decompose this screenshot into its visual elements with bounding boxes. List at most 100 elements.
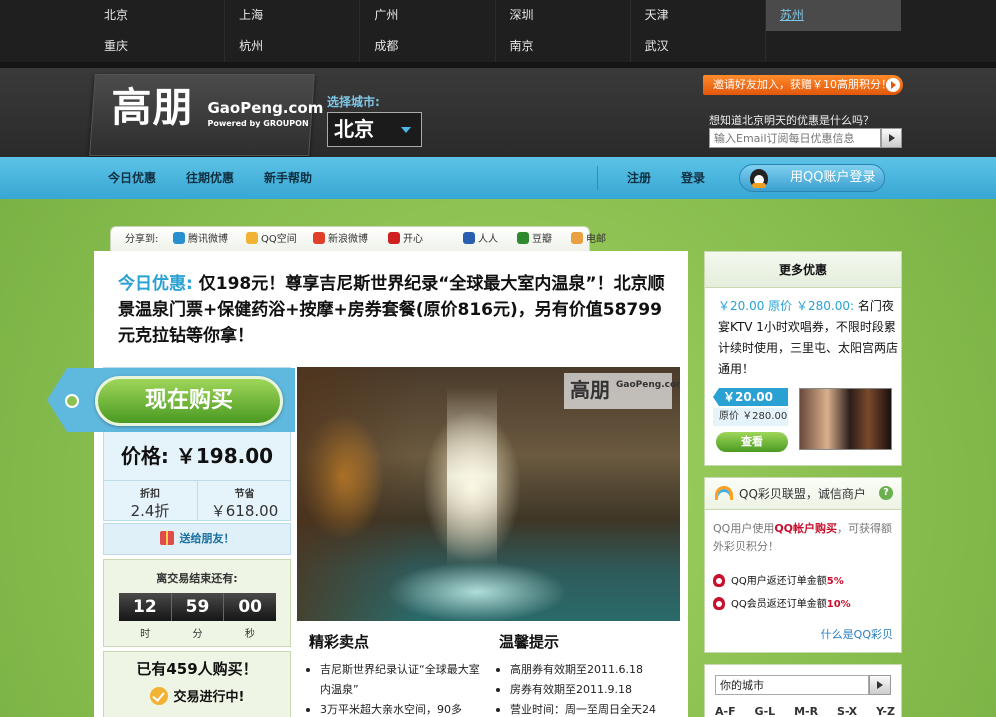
city-select-value: 北京 [334, 117, 374, 141]
tips-list: 高朋券有效期至2011.6.18 房券有效期至2011.9.18 营业时间：周一至周… [494, 660, 674, 717]
help-icon[interactable]: ? [879, 486, 893, 500]
qq-penguin-icon [750, 169, 768, 188]
city-link[interactable]: 南京 [496, 31, 631, 62]
city-link[interactable]: 苏州 [765, 0, 901, 31]
nav-past[interactable]: 往期优惠 [186, 157, 234, 199]
view-deal-button[interactable]: 查看 [716, 432, 788, 452]
gift-label: 送给朋友！ [179, 532, 235, 545]
arrow-right-icon [886, 78, 900, 92]
share-item-label: 人人 [478, 234, 498, 245]
city-bar: 北京 上海 广州 深圳 天津 苏州重庆 杭州 成都 南京 武汉 [0, 0, 996, 62]
unit-minutes: 分 [192, 629, 203, 640]
city-link[interactable]: 上海 [225, 0, 361, 31]
countdown-hours: 12 [119, 593, 172, 621]
city-link[interactable]: 杭州 [225, 31, 361, 62]
share-icon [517, 232, 529, 244]
your-city-submit-button[interactable] [869, 675, 891, 695]
share-icon [173, 232, 185, 244]
city-letter-index: A-F G-L M-R S-X Y-Z [715, 705, 895, 717]
sold-box: 已有459人购买！ 交易进行中! [103, 651, 291, 717]
city-letter-link[interactable]: A-F [715, 705, 736, 717]
image-watermark: 高朋 GaoPeng.com [564, 373, 680, 409]
city-select[interactable]: 北京 [327, 112, 422, 147]
save-value: ￥618.00 [210, 502, 279, 520]
caipiao-info-link[interactable]: 什么是QQ彩贝 [821, 626, 893, 642]
gift-friend-button[interactable]: 送给朋友！ [103, 523, 291, 555]
qq-icon [713, 574, 725, 587]
share-icon [246, 232, 258, 244]
countdown-box: 离交易结束还有: 12 59 00 时 分 秒 [103, 559, 291, 647]
price-breakdown: 折扣 2.4折 节省 ￥618.00 [103, 480, 291, 521]
share-item[interactable]: 电邮 [571, 227, 606, 253]
rebate-member-text: QQ会员返还订单金额 [731, 599, 827, 610]
share-icon [463, 232, 475, 244]
highlights-list: 吉尼斯世界纪录认证“全球最大室内温泉” 3万平米超大亲水空间，90多 [304, 660, 484, 717]
more-deals-title: 更多优惠 [705, 252, 901, 288]
nav-today[interactable]: 今日优惠 [108, 157, 156, 199]
city-link[interactable]: 深圳 [496, 0, 631, 31]
countdown-seconds: 00 [224, 593, 277, 621]
more-deal-desc[interactable]: ￥20.00 原价 ￥280.00: 名门夜宴KTV 1小时欢唱券，不限时段累计… [718, 296, 898, 380]
city-link[interactable]: 重庆 [90, 31, 226, 62]
subscribe-question: 想知道北京明天的优惠是什么吗？ [709, 114, 874, 127]
countdown-units: 时 分 秒 [119, 625, 276, 640]
city-letter-link[interactable]: Y-Z [876, 705, 895, 717]
share-item[interactable]: 开心 [388, 227, 423, 253]
share-icon [313, 232, 325, 244]
sold-count: 已有459人购买！ [136, 660, 258, 678]
price-label: 价格: [120, 444, 169, 468]
share-icon [388, 232, 400, 244]
discount-cell: 折扣 2.4折 [103, 481, 197, 521]
nav-help[interactable]: 新手帮助 [264, 157, 312, 199]
share-item[interactable]: 腾讯微博 [173, 227, 228, 253]
gift-icon [159, 531, 174, 545]
subscribe-submit-button[interactable] [881, 128, 902, 148]
countdown-digits: 12 59 00 [119, 593, 277, 621]
city-link[interactable]: 北京 [90, 0, 226, 31]
share-item[interactable]: QQ空间 [246, 227, 297, 253]
unit-seconds: 秒 [244, 629, 255, 640]
email-subscribe-input[interactable] [709, 128, 881, 148]
tag-hole [65, 394, 79, 408]
discount-value: 2.4折 [130, 502, 170, 520]
caipiao-desc-red: QQ帐户购买 [774, 522, 838, 535]
share-item[interactable]: 豆瓣 [517, 227, 552, 253]
qq-login-label: 用QQ账户登录 [790, 170, 876, 185]
share-icon [571, 232, 583, 244]
share-item[interactable]: 新浪微博 [313, 227, 368, 253]
share-item-label: QQ空间 [261, 234, 297, 245]
more-deal-thumbnail[interactable] [799, 388, 892, 450]
countdown-label: 离交易结束还有: [156, 572, 238, 585]
more-deal-orig-value: ￥280.00 [742, 411, 788, 422]
share-item-label: 开心 [403, 234, 423, 245]
city-letter-link[interactable]: M-R [794, 705, 818, 717]
your-city-box: A-F G-L M-R S-X Y-Z [704, 664, 902, 717]
more-deal-orig: 原价 ￥280.00 [713, 408, 788, 426]
city-link[interactable]: 天津 [631, 0, 766, 31]
buy-now-button[interactable]: 现在购买 [95, 376, 283, 426]
your-city-input[interactable] [715, 675, 869, 695]
watermark-cn: 高朋 [570, 378, 610, 402]
invite-friends-button[interactable]: 邀请好友加入，获赠￥10高朋积分！ [703, 75, 903, 95]
nav-register[interactable]: 注册 [627, 157, 651, 199]
city-select-label: 选择城市: [327, 95, 380, 109]
deal-status: 交易进行中! [104, 686, 290, 705]
more-deal-price-text: ￥20.00 原价 ￥280.00: [718, 299, 855, 313]
city-link[interactable]: 武汉 [631, 31, 766, 62]
list-item: 高朋券有效期至2011.6.18 [494, 660, 674, 680]
site-logo[interactable]: 高朋 GaoPeng.com Powered by GROUPON [89, 74, 323, 156]
check-icon [149, 687, 168, 705]
logo-en: GaoPeng.com [207, 99, 324, 117]
price-value: ￥198.00 [175, 444, 274, 468]
more-deal-price: ￥20.00 [713, 388, 788, 406]
qq-login-button[interactable]: 用QQ账户登录 [739, 164, 885, 192]
rebate-user-text: QQ用户返还订单金额 [731, 576, 827, 587]
rebate-user: QQ用户返还订单金额5% [713, 572, 844, 587]
city-link[interactable]: 广州 [360, 0, 496, 31]
rainbow-icon [715, 486, 733, 500]
share-item[interactable]: 人人 [463, 227, 498, 253]
nav-login[interactable]: 登录 [681, 157, 705, 199]
city-letter-link[interactable]: G-L [755, 705, 776, 717]
city-link[interactable]: 成都 [360, 31, 496, 62]
city-letter-link[interactable]: S-X [837, 705, 857, 717]
